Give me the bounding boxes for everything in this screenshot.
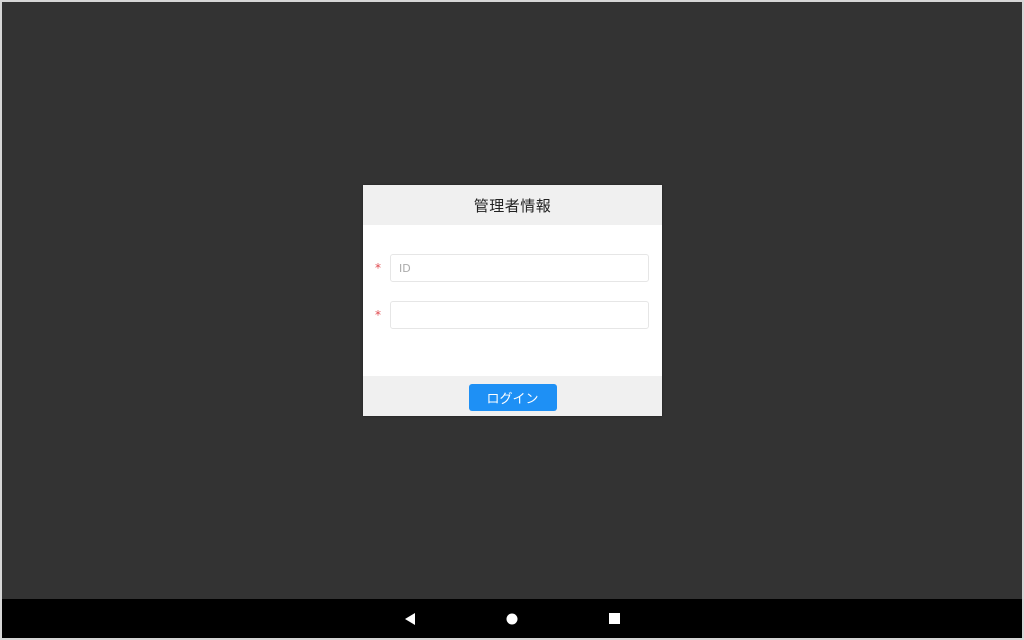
admin-login-dialog: 管理者情報 * * ログイン	[363, 185, 662, 416]
home-icon	[506, 613, 518, 624]
password-input[interactable]	[390, 301, 649, 329]
required-mark: *	[375, 308, 381, 322]
id-field-row: *	[373, 253, 652, 283]
dialog-header: 管理者情報	[363, 185, 662, 225]
id-input[interactable]	[390, 254, 649, 282]
back-icon	[405, 612, 415, 625]
nav-back-button[interactable]	[390, 599, 430, 638]
dialog-body: * *	[363, 225, 662, 376]
dialog-title: 管理者情報	[473, 196, 552, 215]
login-button[interactable]: ログイン	[468, 383, 557, 411]
recents-icon	[608, 613, 620, 624]
required-mark: *	[375, 261, 381, 275]
dialog-footer: ログイン	[363, 376, 662, 416]
password-field-row: *	[373, 300, 652, 330]
nav-home-button[interactable]	[492, 599, 532, 638]
app-background: 管理者情報 * * ログイン	[2, 2, 1022, 599]
device-screen: 管理者情報 * * ログイン	[0, 0, 1024, 640]
nav-recents-button[interactable]	[594, 599, 634, 638]
android-navigation-bar	[2, 599, 1022, 638]
